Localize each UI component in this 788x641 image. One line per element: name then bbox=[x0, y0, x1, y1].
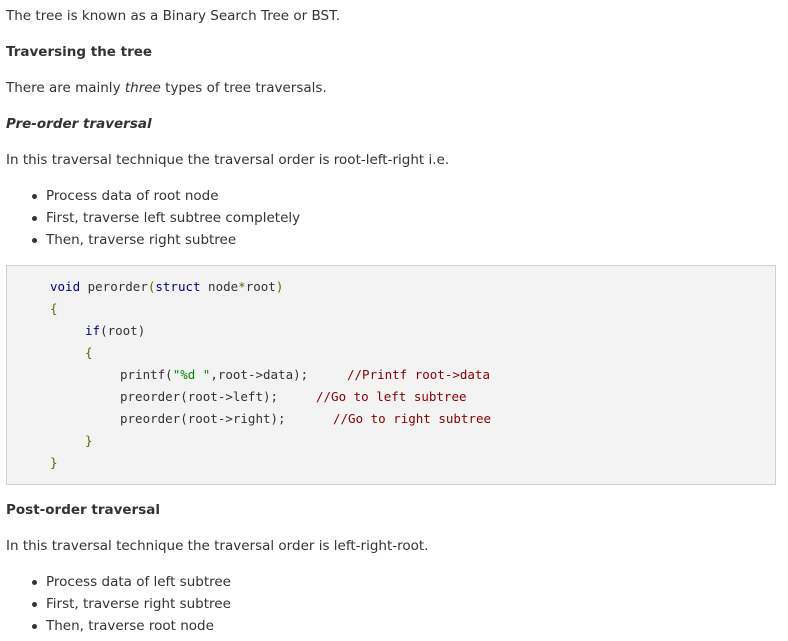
traversal-types-text: There are mainly three types of tree tra… bbox=[6, 78, 327, 98]
list-item: Process data of root node bbox=[6, 185, 300, 207]
code-line-preorder-left: preorder(root->left); bbox=[120, 389, 279, 404]
keyword-struct: struct bbox=[155, 279, 201, 294]
intro-text: The tree is known as a Binary Search Tre… bbox=[6, 8, 340, 24]
code-block: void perorder(struct node*root) { if(roo… bbox=[6, 265, 776, 485]
traversal-types-text-end: types of tree traversals. bbox=[160, 80, 327, 96]
printf-args: ,root->data); bbox=[210, 367, 309, 382]
pointer-star: * bbox=[238, 279, 246, 294]
printf-call: printf( bbox=[120, 367, 173, 382]
code-line-inner-open-brace: { bbox=[85, 345, 93, 360]
postorder-description: In this traversal technique the traversa… bbox=[6, 538, 429, 554]
code-comment-left: //Go to left subtree bbox=[316, 389, 467, 404]
list-item: Then, traverse right subtree bbox=[6, 229, 300, 251]
code-line-signature: void perorder(struct node*root) bbox=[50, 276, 283, 298]
traversing-heading: Traversing the tree bbox=[6, 44, 153, 60]
code-line-printf: printf("%d ",root->data); bbox=[120, 364, 308, 386]
traversal-types-text-start: There are mainly bbox=[6, 80, 125, 96]
preorder-bullet-list: Process data of root node First, travers… bbox=[6, 185, 300, 251]
list-item: First, traverse left subtree completely bbox=[6, 207, 300, 229]
code-line-close-brace: } bbox=[50, 455, 58, 470]
preorder-description: In this traversal technique the traversa… bbox=[6, 152, 450, 168]
paren-close: ) bbox=[275, 279, 284, 294]
code-comment-right: //Go to right subtree bbox=[333, 411, 492, 426]
code-comment-printf: //Printf root->data bbox=[347, 367, 490, 382]
code-line-preorder-right: preorder(root->right); bbox=[120, 411, 286, 426]
code-line-open-brace: { bbox=[50, 301, 58, 316]
code-line-inner-close-brace: } bbox=[85, 433, 93, 448]
list-item: Then, traverse root node bbox=[6, 615, 231, 637]
function-name: perorder bbox=[80, 279, 148, 294]
postorder-bullet-list: Process data of left subtree First, trav… bbox=[6, 571, 231, 637]
list-item: Process data of left subtree bbox=[6, 571, 231, 593]
list-item: First, traverse right subtree bbox=[6, 593, 231, 615]
param-type: node bbox=[200, 279, 239, 294]
preorder-heading: Pre-order traversal bbox=[6, 116, 152, 132]
keyword-void: void bbox=[50, 279, 81, 294]
if-condition: (root) bbox=[100, 323, 146, 338]
format-string: "%d " bbox=[172, 367, 211, 382]
traversal-count-emphasis: three bbox=[124, 80, 161, 96]
param-name: root bbox=[245, 279, 276, 294]
code-line-if: if(root) bbox=[85, 320, 145, 342]
keyword-if: if bbox=[85, 323, 101, 338]
postorder-heading: Post-order traversal bbox=[6, 502, 160, 518]
